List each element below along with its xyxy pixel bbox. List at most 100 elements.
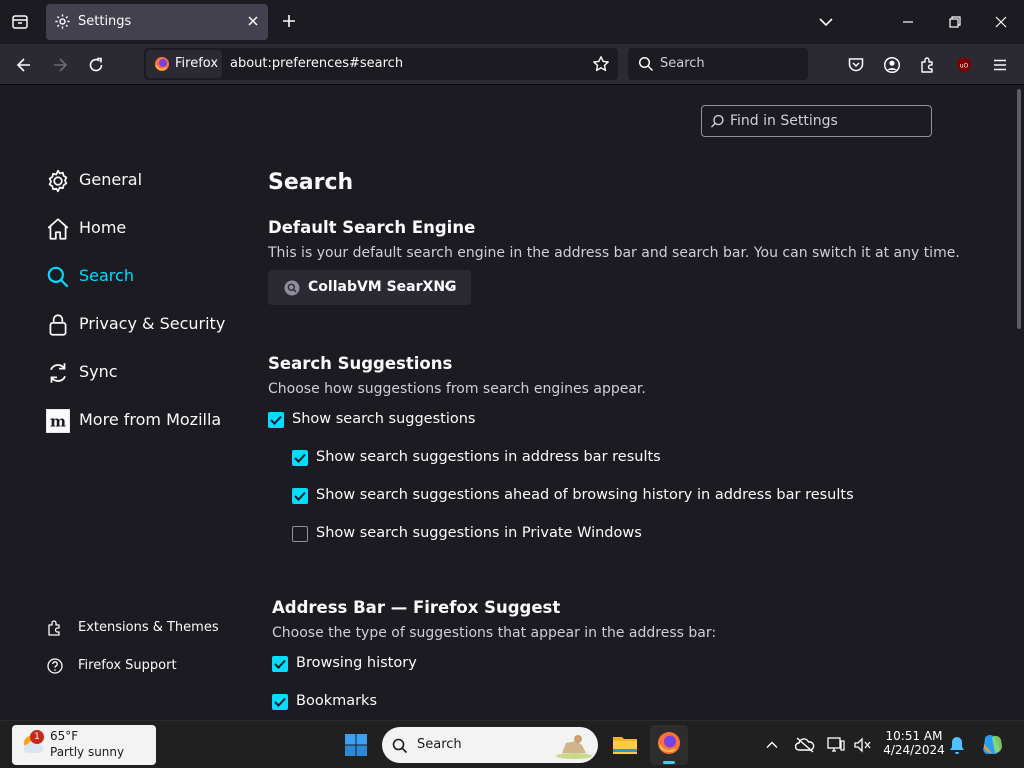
- category-more-from-mozilla[interactable]: m More from Mozilla: [45, 406, 245, 436]
- checkbox-label[interactable]: Show search suggestions in address bar r…: [316, 449, 661, 465]
- svg-text:uO: uO: [960, 63, 969, 70]
- tab-title: Settings: [78, 14, 132, 29]
- windows-start-icon[interactable]: [344, 733, 368, 757]
- copilot-icon[interactable]: [980, 732, 1006, 758]
- find-placeholder: Find in Settings: [730, 113, 838, 129]
- category-home[interactable]: Home: [45, 214, 245, 244]
- active-indicator: [663, 761, 675, 764]
- weather-widget[interactable]: 1 65°F Partly sunny: [12, 725, 156, 765]
- url-text[interactable]: about:preferences#search: [230, 56, 403, 71]
- category-label: Sync: [79, 362, 118, 381]
- help-icon: [46, 657, 64, 675]
- address-bar[interactable]: Firefox about:preferences#search: [144, 48, 618, 80]
- list-all-tabs-button[interactable]: [818, 14, 834, 30]
- weather-temp: 65°F: [50, 729, 79, 743]
- checkbox-label[interactable]: Show search suggestions: [292, 411, 475, 427]
- file-explorer-icon[interactable]: [612, 732, 638, 756]
- windows-taskbar: 1 65°F Partly sunny Search 10:51 AM 4/24…: [0, 720, 1024, 768]
- firefox-view-icon[interactable]: [11, 13, 29, 31]
- notification-bell-icon[interactable]: [948, 735, 966, 755]
- bookmark-star-icon[interactable]: [592, 55, 610, 73]
- clock-date: 4/24/2024: [883, 743, 945, 757]
- category-general[interactable]: General: [45, 166, 245, 196]
- weather-condition: Partly sunny: [50, 745, 125, 759]
- onedrive-offline-icon[interactable]: [795, 736, 815, 754]
- forward-button[interactable]: [51, 56, 69, 74]
- close-window-button[interactable]: [993, 14, 1009, 30]
- firefox-logo-icon: [657, 731, 681, 755]
- page-title: Search: [268, 170, 354, 195]
- checkbox-box[interactable]: [272, 656, 288, 672]
- firefox-logo-icon: [154, 56, 170, 72]
- search-icon: [45, 264, 71, 290]
- checkbox-label[interactable]: Show search suggestions ahead of browsin…: [316, 487, 854, 503]
- category-label: More from Mozilla: [79, 410, 222, 429]
- search-icon: [392, 738, 408, 754]
- reload-button[interactable]: [87, 56, 105, 74]
- tab-settings[interactable]: Settings: [46, 4, 268, 40]
- footer-label: Firefox Support: [78, 658, 177, 673]
- taskbar-search[interactable]: Search: [382, 727, 598, 763]
- back-button[interactable]: [15, 56, 33, 74]
- category-label: Search: [79, 266, 134, 285]
- gear-icon: [45, 168, 71, 194]
- default-engine-description: This is your default search engine in th…: [268, 245, 960, 261]
- default-engine-dropdown[interactable]: CollabVM SearXNG: [268, 270, 471, 305]
- find-in-settings-input[interactable]: Find in Settings: [701, 105, 932, 137]
- firefox-taskbar-button[interactable]: [650, 725, 688, 765]
- default-engine-value: CollabVM SearXNG: [308, 279, 457, 295]
- new-tab-button[interactable]: [280, 12, 298, 30]
- identity-box[interactable]: Firefox: [146, 50, 222, 78]
- account-icon[interactable]: [883, 56, 901, 74]
- menu-icon[interactable]: [991, 56, 1009, 74]
- search-icon: [638, 56, 654, 72]
- scrollbar-thumb[interactable]: [1017, 89, 1021, 329]
- close-icon[interactable]: [246, 14, 260, 28]
- default-engine-heading: Default Search Engine: [268, 218, 476, 237]
- category-search[interactable]: Search: [45, 262, 245, 292]
- tab-bar: Settings: [0, 0, 1024, 44]
- pocket-icon[interactable]: [847, 56, 865, 74]
- svg-text:m: m: [50, 412, 66, 430]
- home-icon: [45, 216, 71, 242]
- checkbox-box[interactable]: [292, 488, 308, 504]
- address-bar-suggest-heading: Address Bar — Firefox Suggest: [272, 598, 561, 617]
- footer-label: Extensions & Themes: [78, 620, 219, 635]
- category-privacy-security[interactable]: Privacy & Security: [45, 310, 245, 340]
- checkbox-box[interactable]: [268, 412, 284, 428]
- searxng-icon: [284, 280, 300, 296]
- chevron-down-icon: [444, 284, 454, 292]
- checkbox-box[interactable]: [272, 694, 288, 710]
- display-icon[interactable]: [826, 736, 846, 754]
- gear-icon: [54, 13, 71, 30]
- volume-muted-icon[interactable]: [853, 736, 873, 754]
- restore-button[interactable]: [947, 14, 963, 30]
- category-sync[interactable]: Sync: [45, 358, 245, 388]
- search-icon: [710, 114, 725, 129]
- notification-badge: 1: [30, 730, 44, 744]
- address-bar-suggest-description: Choose the type of suggestions that appe…: [272, 625, 717, 641]
- clock-time: 10:51 AM: [885, 729, 943, 743]
- category-label: Privacy & Security: [79, 314, 226, 333]
- search-suggestions-heading: Search Suggestions: [268, 354, 453, 373]
- search-highlight-icon: [554, 731, 594, 759]
- checkbox-label[interactable]: Browsing history: [296, 655, 417, 671]
- minimize-button[interactable]: [900, 14, 916, 30]
- page-scrollbar[interactable]: [1014, 85, 1024, 720]
- search-bar-placeholder: Search: [660, 56, 705, 71]
- search-bar[interactable]: Search: [628, 48, 808, 80]
- taskbar-search-placeholder: Search: [417, 737, 462, 752]
- chevron-up-icon[interactable]: [765, 738, 779, 752]
- extensions-icon[interactable]: [919, 56, 937, 74]
- checkbox-box[interactable]: [292, 450, 308, 466]
- ublock-origin-icon[interactable]: uO: [955, 56, 973, 74]
- firefox-support-link[interactable]: Firefox Support: [46, 655, 246, 677]
- search-suggestions-description: Choose how suggestions from search engin…: [268, 381, 646, 397]
- navigation-toolbar: Firefox about:preferences#search Search …: [0, 44, 1024, 85]
- extensions-themes-link[interactable]: Extensions & Themes: [46, 617, 246, 639]
- checkbox-label[interactable]: Show search suggestions in Private Windo…: [316, 525, 642, 541]
- checkbox-box[interactable]: [292, 526, 308, 542]
- checkbox-label[interactable]: Bookmarks: [296, 693, 377, 709]
- taskbar-clock[interactable]: 10:51 AM 4/24/2024: [880, 729, 948, 757]
- category-label: General: [79, 170, 143, 189]
